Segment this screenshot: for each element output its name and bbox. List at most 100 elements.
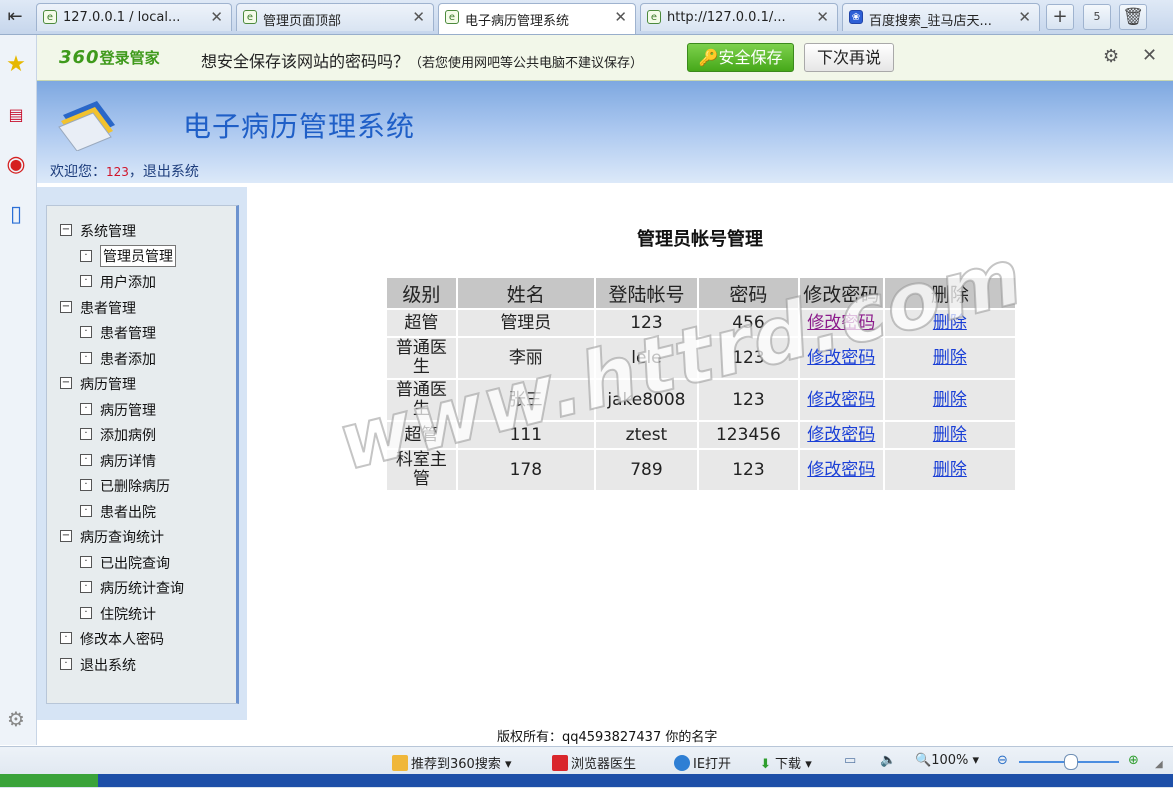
tree-node-icon[interactable]: ·	[80, 453, 92, 466]
close-icon[interactable]: ✕	[1142, 45, 1157, 66]
tree-node-icon[interactable]: ·	[80, 275, 92, 287]
tree-node-icon[interactable]: ·	[60, 632, 72, 644]
tree-node-icon[interactable]: ·	[80, 326, 92, 338]
tree-node-icon[interactable]: ·	[80, 402, 92, 415]
cell-edit: 修改密码	[799, 380, 883, 420]
safe-save-button[interactable]: 🔑安全保存	[687, 43, 794, 72]
tree-node-icon[interactable]: ·	[80, 249, 92, 262]
browser-tab-2[interactable]: e 管理页面顶部 ✕	[236, 3, 434, 31]
collapse-minus-icon[interactable]: −	[60, 530, 72, 542]
zoom-in-icon[interactable]: ⊕	[1128, 753, 1139, 768]
ie-open-button[interactable]: IE打开	[674, 753, 731, 772]
speaker-icon[interactable]: 🔈	[880, 753, 896, 768]
close-icon[interactable]: ✕	[412, 8, 425, 26]
tree-label[interactable]: 病历管理	[100, 400, 156, 420]
delete-link[interactable]: 删除	[933, 425, 967, 445]
news-icon[interactable]: ▤	[2, 101, 30, 129]
collapse-minus-icon[interactable]: −	[60, 224, 72, 236]
collapse-minus-icon[interactable]: −	[60, 377, 72, 389]
edit-password-link[interactable]: 修改密码	[807, 313, 875, 333]
browser-doctor-button[interactable]: 浏览器医生	[552, 753, 636, 772]
copyright-footer: 版权所有：qq4593827437 你的名字	[497, 730, 718, 745]
column-header: 修改密码	[799, 278, 883, 308]
tree-label[interactable]: 添加病例	[100, 425, 156, 445]
close-icon[interactable]: ✕	[1018, 8, 1031, 26]
tree-label[interactable]: 系统管理	[80, 221, 136, 241]
tree-label[interactable]: 已出院查询	[100, 553, 170, 573]
delete-link[interactable]: 删除	[933, 460, 967, 480]
tree-node-icon[interactable]: ·	[80, 428, 92, 440]
weibo-icon[interactable]: ◉	[2, 151, 30, 179]
edit-password-link[interactable]: 修改密码	[807, 460, 875, 480]
resize-grip-icon[interactable]: ◢	[1155, 759, 1163, 770]
cell-edit: 修改密码	[799, 422, 883, 448]
tree-label[interactable]: 用户添加	[100, 272, 156, 292]
tree-label[interactable]: 退出系统	[80, 655, 136, 675]
tab-label: 电子病历管理系统	[465, 14, 570, 29]
cell-level: 超管	[387, 310, 456, 336]
zoom-out-icon[interactable]: ⊖	[997, 753, 1008, 768]
tree-node-icon[interactable]: ·	[60, 657, 72, 670]
browser-tab-4[interactable]: e http://127.0.0.1/... ✕	[640, 3, 838, 31]
close-icon[interactable]: ✕	[614, 8, 627, 26]
start-button[interactable]	[0, 774, 98, 787]
edit-password-link[interactable]: 修改密码	[807, 390, 875, 410]
recommend-360-search-button[interactable]: 推荐到360搜索 ▾	[392, 753, 512, 772]
tree-label[interactable]: 病历统计查询	[100, 578, 184, 598]
edit-password-link[interactable]: 修改密码	[807, 348, 875, 368]
download-arrow-icon: ⬇	[760, 757, 771, 772]
thumbs-up-icon	[392, 755, 408, 771]
table-row: 超管 111 ztest 123456 修改密码 删除	[387, 422, 1015, 448]
tree-node-icon[interactable]: ·	[80, 351, 92, 364]
browser-tab-1[interactable]: e 127.0.0.1 / local... ✕	[36, 3, 232, 31]
favorites-star-icon[interactable]: ★	[2, 51, 30, 79]
logout-link[interactable]: ，退出系统	[129, 164, 199, 180]
books-logo-icon	[58, 101, 115, 151]
close-icon[interactable]: ✕	[210, 8, 223, 26]
edit-password-link[interactable]: 修改密码	[807, 425, 875, 445]
close-icon[interactable]: ✕	[816, 8, 829, 26]
tree-label[interactable]: 患者添加	[100, 349, 156, 369]
tree-node-icon[interactable]: ·	[80, 504, 92, 517]
tab-count-badge[interactable]: 5	[1083, 4, 1111, 30]
tree-label[interactable]: 病历详情	[100, 451, 156, 471]
tree-label[interactable]: 病历管理	[80, 374, 136, 394]
tree-node-icon[interactable]: ·	[80, 606, 92, 619]
tree-label[interactable]: 住院统计	[100, 604, 156, 624]
tree-label[interactable]: 患者出院	[100, 502, 156, 522]
tree-label[interactable]: 病历查询统计	[80, 527, 164, 547]
tab-label: 管理页面顶部	[263, 14, 342, 29]
delete-link[interactable]: 删除	[933, 390, 967, 410]
delete-link[interactable]: 删除	[933, 348, 967, 368]
cell-delete: 删除	[884, 310, 1015, 336]
zoom-control[interactable]: 🔍100% ▾	[915, 753, 979, 768]
page-icon: e	[243, 10, 257, 24]
table-row: 科室主管 178 789 123 修改密码 删除	[387, 450, 1015, 490]
welcome-line: 欢迎您：123，退出系统	[50, 161, 199, 181]
save-later-button[interactable]: 下次再说	[804, 43, 894, 72]
tree-node-icon[interactable]: ·	[80, 479, 92, 491]
new-tab-plus-icon[interactable]: +	[1046, 4, 1074, 30]
browser-tab-3-active[interactable]: e 电子病历管理系统 ✕	[438, 3, 636, 34]
tree-label[interactable]: 患者管理	[100, 323, 156, 343]
mobile-device-icon[interactable]: ▯	[2, 201, 30, 229]
tree-node-icon[interactable]: ·	[80, 555, 92, 568]
trash-icon[interactable]: 🗑	[1119, 4, 1147, 30]
zoom-slider-handle[interactable]	[1064, 754, 1078, 770]
cell-level: 普通医生	[387, 338, 456, 378]
tree-label[interactable]: 患者管理	[80, 298, 136, 318]
delete-link[interactable]: 删除	[933, 313, 967, 333]
column-header: 密码	[698, 278, 798, 308]
tree-label[interactable]: 管理员管理	[100, 244, 176, 267]
gear-icon[interactable]: ⚙	[1103, 46, 1119, 67]
tree-label[interactable]: 修改本人密码	[80, 629, 164, 649]
back-arrow-icon[interactable]: ⇤	[3, 5, 27, 29]
settings-gear-icon[interactable]: ⚙	[2, 705, 30, 733]
browser-tab-5[interactable]: ❀ 百度搜索_驻马店天... ✕	[842, 3, 1040, 31]
tree-node-icon[interactable]: ·	[80, 581, 92, 593]
table-row: 超管 管理员 123 456 修改密码 删除	[387, 310, 1015, 336]
window-icon[interactable]: ▭	[844, 753, 856, 768]
download-button[interactable]: ⬇ 下载 ▾	[760, 753, 812, 772]
tree-label[interactable]: 已删除病历	[100, 476, 170, 496]
collapse-minus-icon[interactable]: −	[60, 300, 72, 313]
